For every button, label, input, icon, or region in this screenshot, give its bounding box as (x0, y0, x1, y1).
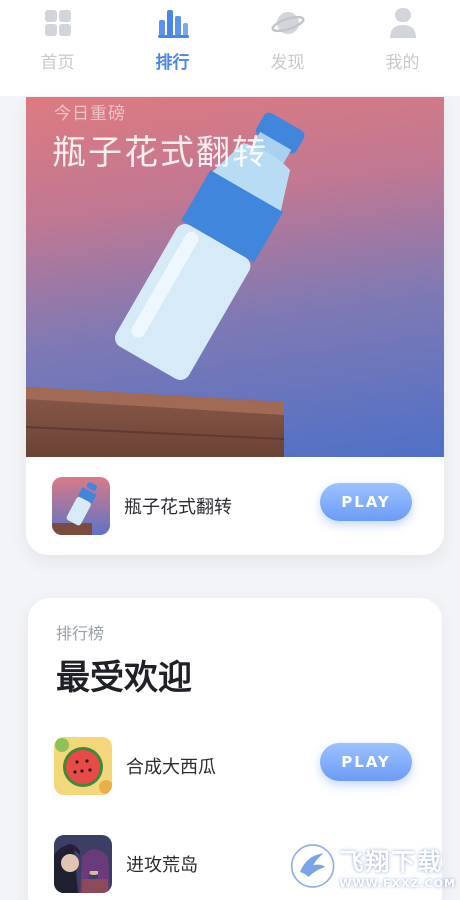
featured-app-row[interactable]: 瓶子花式翻转 PLAY (26, 457, 444, 555)
watermark-url: WWW.FXXZ.COM (339, 877, 456, 890)
ranking-app-name: 进攻荒岛 (126, 855, 198, 876)
ranking-app-name: 合成大西瓜 (126, 757, 216, 778)
featured-play-button[interactable]: PLAY (320, 483, 412, 521)
planet-icon (270, 6, 305, 40)
tab-discover-label: 发现 (270, 53, 305, 73)
bottle-app-icon[interactable] (52, 477, 110, 535)
tab-ranking-label: 排行 (155, 53, 190, 73)
site-watermark: 飞翔下载 WWW.FXXZ.COM (290, 836, 456, 896)
tab-ranking[interactable]: 排行 (133, 6, 213, 73)
ranking-play-button[interactable]: PLAY (320, 743, 412, 781)
island-attack-app-icon[interactable] (54, 835, 112, 893)
ranking-title: 最受欢迎 (56, 658, 192, 698)
list-item[interactable]: 合成大西瓜 PLAY (28, 726, 442, 806)
featured-app-name: 瓶子花式翻转 (124, 497, 232, 518)
bar-chart-icon (156, 6, 190, 40)
ranking-eyebrow: 排行榜 (56, 624, 105, 643)
watermark-logo (290, 844, 335, 888)
watermark-text: 飞翔下载 (339, 848, 444, 876)
featured-banner[interactable]: 今日重磅 瓶子花式翻转 (26, 97, 444, 457)
banner-title: 瓶子花式翻转 (52, 133, 268, 173)
tab-discover[interactable]: 发现 (248, 6, 328, 73)
tab-home-label: 首页 (40, 53, 75, 73)
tab-profile[interactable]: 我的 (363, 6, 443, 73)
top-nav: 首页 排行 发现 我的 (0, 0, 460, 96)
banner-eyebrow: 今日重磅 (54, 104, 126, 124)
tab-profile-label: 我的 (385, 53, 420, 73)
tab-home[interactable]: 首页 (18, 6, 98, 73)
user-icon (386, 6, 420, 40)
featured-card[interactable]: 今日重磅 瓶子花式翻转 瓶子花式翻转 PLAY (26, 97, 444, 555)
grid-icon (41, 6, 75, 40)
watermelon-app-icon[interactable] (54, 737, 112, 795)
